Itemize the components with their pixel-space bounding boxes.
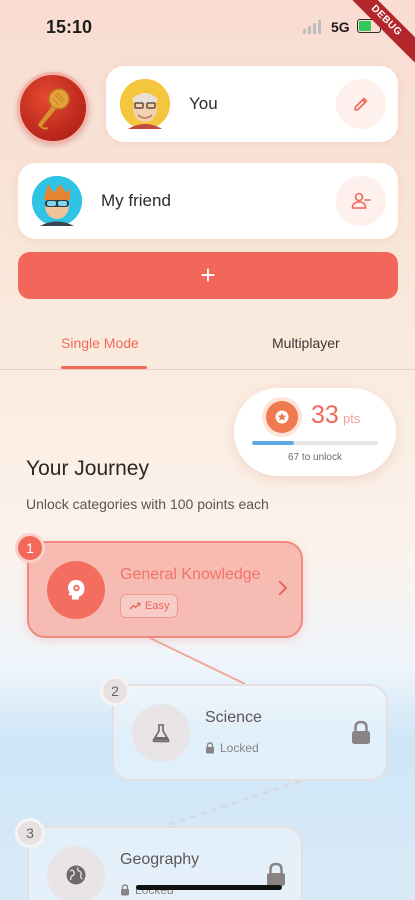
brain-icon [68,580,85,600]
category-number-badge: 1 [15,533,45,563]
category-icon-circle [47,846,105,900]
points-progress-bar [252,441,378,445]
active-tab-indicator [61,366,147,369]
player-name-you: You [189,94,218,113]
debug-banner: DEBUG [340,0,415,67]
journey-subtitle: Unlock categories with 100 points each [26,496,269,512]
app-microphone-avatar[interactable] [17,72,89,144]
globe-icon [66,865,86,885]
points-unit: pts [343,411,361,426]
category-name: General Knowledge [120,566,261,583]
lock-icon [352,720,370,744]
chevron-right-icon[interactable] [277,579,289,597]
mode-tabs: Single Mode Multiplayer [0,322,415,370]
you-avatar [120,79,170,129]
star-badge [266,401,298,433]
category-number-badge: 3 [15,818,45,848]
player-card-friend[interactable]: My friend [18,163,398,239]
tab-multiplayer[interactable]: Multiplayer [272,335,340,351]
remove-player-button[interactable] [336,176,386,226]
network-label: 5G [331,19,350,35]
category-icon-circle [132,704,190,762]
status-time: 15:10 [46,17,93,37]
locked-label: Locked [205,741,259,755]
unlock-remaining-text: 67 to unlock [288,452,342,463]
home-indicator[interactable] [136,885,282,890]
player-card-you[interactable]: You [106,66,398,142]
microphone-icon [38,88,70,130]
trending-up-icon [129,602,141,610]
category-number-badge: 2 [100,676,130,706]
difficulty-chip: Easy [120,594,179,618]
pencil-icon [354,97,368,111]
flask-icon [152,724,170,743]
difficulty-label: Easy [145,600,170,612]
add-player-button[interactable]: + [18,252,398,299]
edit-player-button[interactable] [336,79,386,129]
points-value: 33 [311,401,339,429]
points-card: 33 pts 67 to unlock [234,388,396,476]
category-name: Geography [120,851,200,868]
star-icon [275,410,289,424]
status-bar: 15:10 5G DEBUG [0,0,415,67]
tab-single-mode[interactable]: Single Mode [61,335,139,351]
category-icon-circle [47,561,105,619]
category-node-science[interactable]: Science Locked [112,684,388,781]
locked-text: Locked [220,741,259,755]
lock-icon [121,884,129,896]
lock-icon [206,742,214,754]
category-node-general-knowledge[interactable]: General Knowledge Easy [27,541,303,638]
signal-icon [303,20,321,34]
player-name-friend: My friend [101,191,171,210]
friend-avatar [32,176,82,226]
remove-user-icon [351,192,371,209]
category-name: Science [205,709,262,726]
points-progress-fill [252,441,294,445]
journey-title: Your Journey [26,457,149,480]
